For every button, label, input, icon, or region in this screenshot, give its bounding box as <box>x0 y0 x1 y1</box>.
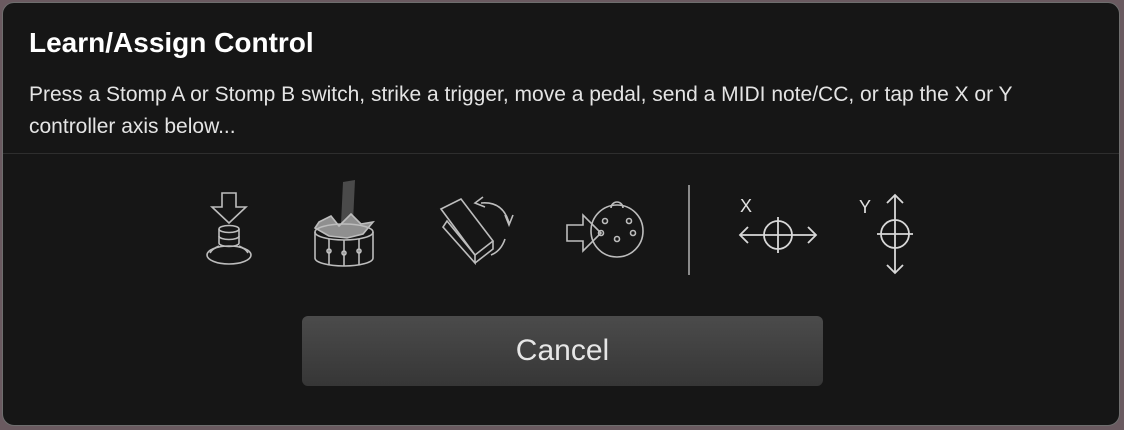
y-axis-crosshair-icon[interactable] <box>875 193 915 275</box>
drum-trigger-icon <box>311 178 377 270</box>
y-axis-label: Y <box>859 197 872 217</box>
dialog-title: Learn/Assign Control <box>29 27 314 58</box>
x-axis-crosshair-icon[interactable] <box>738 215 818 255</box>
header-divider <box>3 153 1119 154</box>
expression-pedal-icon <box>435 193 515 269</box>
axis-separator <box>688 185 690 275</box>
dialog-message: Press a Stomp A or Stomp B switch, strik… <box>29 83 1013 138</box>
stomp-switch-icon <box>198 191 260 271</box>
learn-assign-dialog: Learn/Assign Control Press a Stomp A or … <box>2 2 1120 426</box>
cancel-button[interactable]: Cancel <box>302 316 823 386</box>
x-axis-label: X <box>740 196 753 216</box>
midi-input-icon <box>563 199 649 265</box>
